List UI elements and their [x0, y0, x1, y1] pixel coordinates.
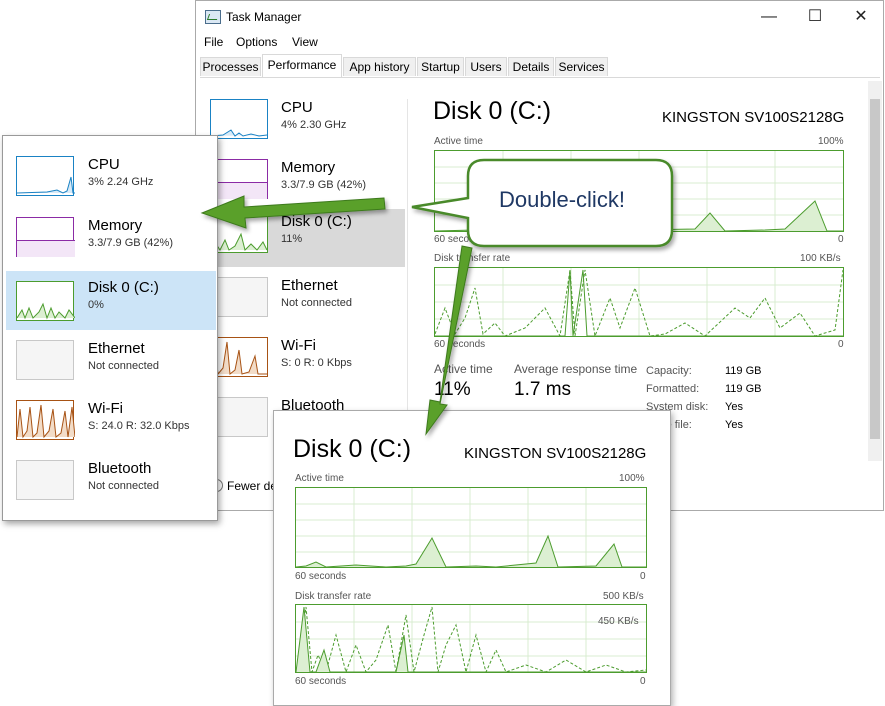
arrow-to-summary-icon	[200, 195, 386, 229]
arrow-to-graph-view-icon	[425, 245, 473, 436]
callout-text: Double-click!	[499, 187, 625, 212]
annotation-overlay	[200, 158, 674, 436]
